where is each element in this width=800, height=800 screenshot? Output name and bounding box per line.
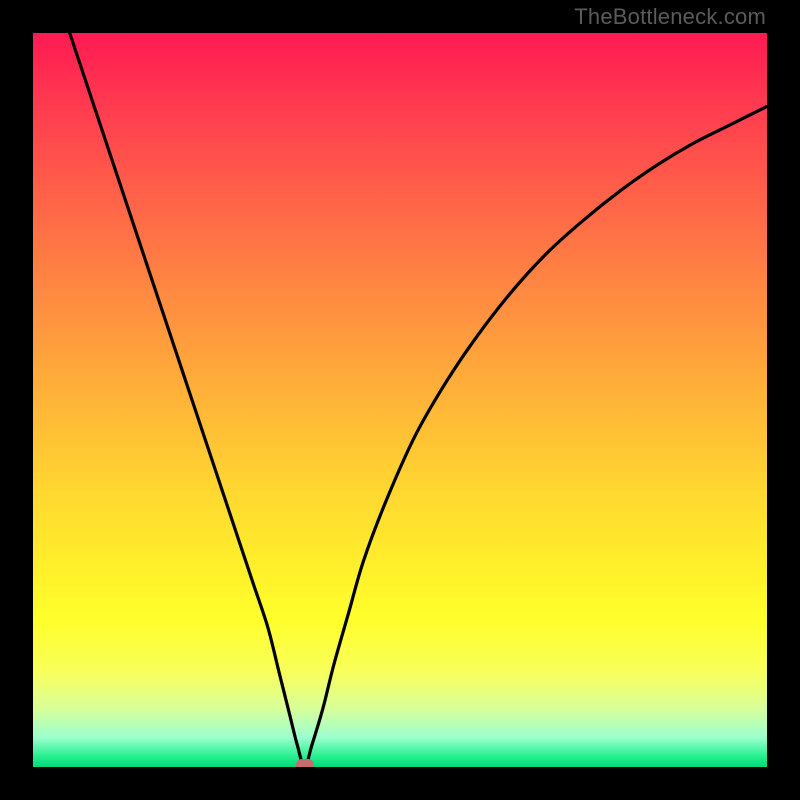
optimal-marker (296, 759, 314, 767)
chart-frame: TheBottleneck.com (0, 0, 800, 800)
watermark-text: TheBottleneck.com (574, 4, 766, 30)
bottleneck-curve (33, 33, 767, 767)
curve-path (33, 33, 767, 767)
plot-area (33, 33, 767, 767)
